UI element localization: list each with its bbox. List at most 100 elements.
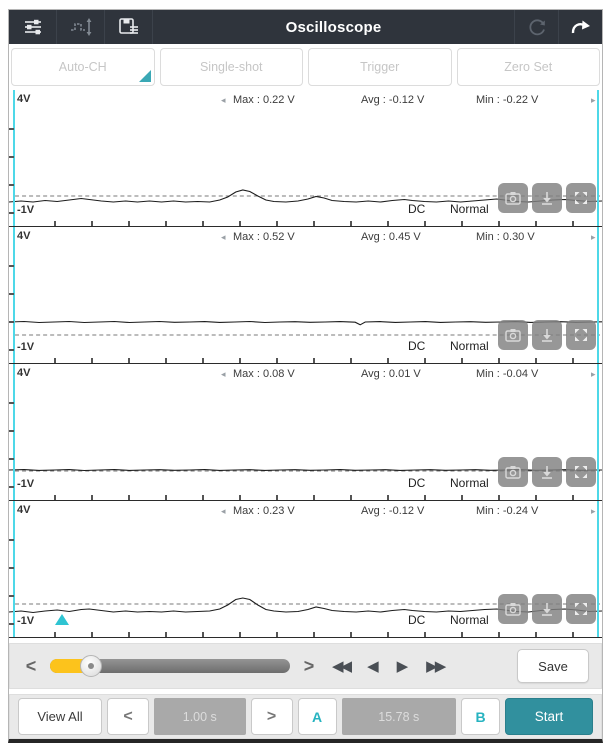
- range-bottom-label: -1V: [17, 341, 34, 353]
- page-title: Oscilloscope: [153, 10, 514, 44]
- auto-ch-button[interactable]: Auto-CH: [11, 48, 155, 86]
- rewind-button[interactable]: ◀◀: [328, 657, 353, 675]
- voltage-ticks: [9, 239, 14, 363]
- refresh-button[interactable]: [514, 10, 558, 44]
- trigger-button[interactable]: Trigger: [308, 48, 452, 86]
- zero-set-button[interactable]: Zero Set: [457, 48, 601, 86]
- channel-right-border: [597, 501, 599, 637]
- snapshot-button[interactable]: [498, 457, 528, 487]
- expand-button[interactable]: [566, 320, 596, 350]
- avg-value: Avg : 0.45 V: [361, 231, 421, 243]
- expand-icon: [574, 465, 588, 479]
- save-config-button[interactable]: [105, 10, 153, 44]
- snapshot-button[interactable]: [498, 183, 528, 213]
- download-button[interactable]: [532, 183, 562, 213]
- download-arrow-icon: [540, 602, 554, 616]
- top-bar: Oscilloscope: [9, 10, 602, 44]
- waveform-range-button[interactable]: [57, 10, 105, 44]
- range-bottom-label: -1V: [17, 204, 34, 216]
- chevron-right-icon: ▸: [591, 232, 596, 243]
- step-back-button[interactable]: ◀: [363, 657, 383, 675]
- snapshot-button[interactable]: [498, 594, 528, 624]
- single-shot-label: Single-shot: [200, 60, 263, 74]
- max-value: Max : 0.52 V: [233, 231, 295, 243]
- mode-label: Normal: [450, 339, 489, 353]
- back-button[interactable]: [558, 10, 602, 44]
- expand-icon: [574, 328, 588, 342]
- min-value: Min : -0.04 V: [476, 368, 538, 380]
- time-ticks: [19, 221, 602, 226]
- time-ticks: [19, 358, 602, 363]
- back-arrow-icon: [569, 16, 593, 38]
- elapsed-time-value: 15.78 s: [342, 698, 456, 735]
- scroll-right-button[interactable]: >: [300, 656, 318, 677]
- mode-label: Normal: [450, 202, 489, 216]
- coupling-label: DC: [408, 202, 425, 216]
- channel-panel-4[interactable]: 4V -1V ◂ Max : 0.23 V Avg : -0.12 V Min …: [9, 501, 602, 638]
- position-slider[interactable]: [50, 659, 290, 673]
- coupling-label: DC: [408, 339, 425, 353]
- step-forward-button[interactable]: ▶: [393, 657, 413, 675]
- download-button[interactable]: [532, 594, 562, 624]
- cursor-b-button[interactable]: B: [461, 698, 500, 735]
- channel-right-border: [597, 364, 599, 500]
- channel-panel-3[interactable]: 4V -1V ◂ Max : 0.08 V Avg : 0.01 V Min :…: [9, 364, 602, 501]
- max-value: Max : 0.23 V: [233, 505, 295, 517]
- camera-icon: [505, 602, 521, 616]
- expand-button[interactable]: [566, 183, 596, 213]
- avg-value: Avg : -0.12 V: [361, 505, 424, 517]
- voltage-ticks: [9, 513, 14, 637]
- chevron-left-icon: ◂: [221, 232, 226, 243]
- scroll-left-button[interactable]: <: [22, 656, 40, 677]
- chevron-right-icon: ▸: [591, 506, 596, 517]
- range-top-label: 4V: [17, 367, 30, 379]
- window-increase-button[interactable]: >: [251, 698, 293, 735]
- time-ticks: [19, 495, 602, 500]
- waveform-range-icon: [69, 16, 93, 38]
- trigger-position-marker[interactable]: [55, 614, 69, 625]
- cursor-a-button[interactable]: A: [298, 698, 337, 735]
- max-value: Max : 0.08 V: [233, 368, 295, 380]
- single-shot-button[interactable]: Single-shot: [160, 48, 304, 86]
- start-button[interactable]: Start: [505, 698, 593, 735]
- save-button[interactable]: Save: [517, 649, 589, 683]
- footer-bar: View All < 1.00 s > A 15.78 s B Start: [9, 694, 602, 739]
- mode-label: Normal: [450, 476, 489, 490]
- expand-button[interactable]: [566, 594, 596, 624]
- max-value: Max : 0.22 V: [233, 94, 295, 106]
- window-decrease-button[interactable]: <: [107, 698, 149, 735]
- trigger-label: Trigger: [360, 60, 399, 74]
- refresh-icon: [526, 16, 548, 38]
- view-all-button[interactable]: View All: [18, 698, 102, 735]
- channel-panel-1[interactable]: 4V -1V ◂ Max : 0.22 V Avg : -0.12 V Min …: [9, 90, 602, 227]
- camera-icon: [505, 191, 521, 205]
- chevron-left-icon: ◂: [221, 95, 226, 106]
- settings-sliders-button[interactable]: [9, 10, 57, 44]
- snapshot-button[interactable]: [498, 320, 528, 350]
- save-config-icon: [117, 16, 141, 38]
- time-ticks: [19, 632, 602, 637]
- mode-label: Normal: [450, 613, 489, 627]
- camera-icon: [505, 328, 521, 342]
- auto-ch-label: Auto-CH: [59, 60, 107, 74]
- channel-panel-2[interactable]: 4V -1V ◂ Max : 0.52 V Avg : 0.45 V Min :…: [9, 227, 602, 364]
- expand-icon: [574, 191, 588, 205]
- voltage-ticks: [9, 376, 14, 500]
- channel-area: 4V -1V ◂ Max : 0.22 V Avg : -0.12 V Min …: [9, 90, 602, 638]
- coupling-label: DC: [408, 476, 425, 490]
- download-arrow-icon: [540, 191, 554, 205]
- camera-icon: [505, 465, 521, 479]
- fast-forward-button[interactable]: ▶▶: [422, 657, 447, 675]
- dropdown-corner-icon: [139, 70, 151, 82]
- coupling-label: DC: [408, 613, 425, 627]
- slider-thumb[interactable]: [80, 655, 102, 677]
- download-button[interactable]: [532, 320, 562, 350]
- download-button[interactable]: [532, 457, 562, 487]
- min-value: Min : 0.30 V: [476, 231, 535, 243]
- range-top-label: 4V: [17, 504, 30, 516]
- channel-right-border: [597, 90, 599, 226]
- time-window-value: 1.00 s: [154, 698, 246, 735]
- avg-value: Avg : 0.01 V: [361, 368, 421, 380]
- expand-button[interactable]: [566, 457, 596, 487]
- chevron-right-icon: ▸: [591, 95, 596, 106]
